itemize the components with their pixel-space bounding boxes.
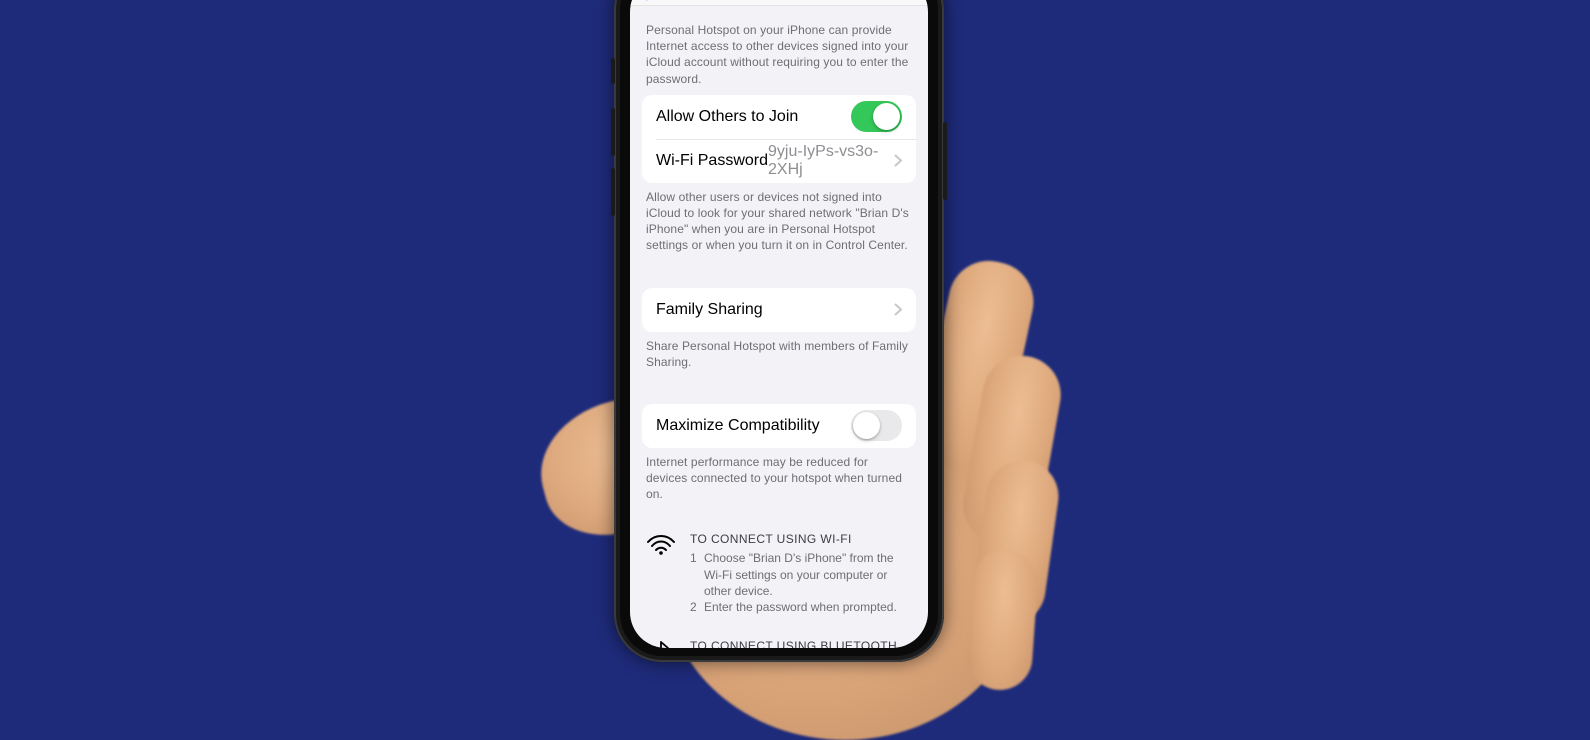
back-button[interactable]: Settings bbox=[638, 0, 715, 1]
allow-others-label: Allow Others to Join bbox=[656, 108, 798, 126]
connect-wifi-section: TO CONNECT USING WI-FI 1Choose "Brian D'… bbox=[630, 524, 928, 619]
max-compat-row[interactable]: Maximize Compatibility bbox=[642, 404, 916, 448]
chevron-right-icon bbox=[894, 154, 902, 167]
connect-bluetooth-title: TO CONNECT USING BLUETOOTH bbox=[690, 639, 912, 648]
back-label: Settings bbox=[654, 0, 715, 1]
intro-footer: Personal Hotspot on your iPhone can prov… bbox=[630, 6, 928, 95]
family-sharing-row[interactable]: Family Sharing bbox=[642, 288, 916, 332]
family-sharing-label: Family Sharing bbox=[656, 301, 763, 319]
wifi-password-value: 9yju-IyPs-vs3o-2XHj bbox=[768, 143, 888, 179]
wifi-icon bbox=[646, 532, 676, 615]
screen: Settings Personal Hotspot Personal Hotsp… bbox=[630, 0, 928, 648]
wifi-password-label: Wi-Fi Password bbox=[656, 152, 768, 170]
max-compat-group: Maximize Compatibility bbox=[642, 404, 916, 448]
max-compat-label: Maximize Compatibility bbox=[656, 417, 820, 435]
max-compat-footer: Internet performance may be reduced for … bbox=[630, 448, 928, 511]
max-compat-toggle[interactable] bbox=[851, 410, 902, 441]
family-sharing-group: Family Sharing bbox=[642, 288, 916, 332]
connect-wifi-title: TO CONNECT USING WI-FI bbox=[690, 532, 912, 546]
allow-others-toggle[interactable] bbox=[851, 101, 902, 132]
wifi-password-row[interactable]: Wi-Fi Password 9yju-IyPs-vs3o-2XHj bbox=[642, 139, 916, 183]
iphone-frame: Settings Personal Hotspot Personal Hotsp… bbox=[614, 0, 944, 662]
family-sharing-footer: Share Personal Hotspot with members of F… bbox=[630, 332, 928, 378]
bluetooth-icon bbox=[646, 639, 676, 648]
chevron-right-icon bbox=[894, 303, 902, 316]
connect-wifi-step: 1Choose "Brian D's iPhone" from the Wi-F… bbox=[690, 550, 912, 599]
allow-others-footer: Allow other users or devices not signed … bbox=[630, 183, 928, 262]
connect-wifi-step: 2Enter the password when prompted. bbox=[690, 599, 912, 615]
chevron-left-icon bbox=[638, 0, 650, 1]
allow-others-row[interactable]: Allow Others to Join bbox=[642, 95, 916, 139]
hotspot-group: Allow Others to Join Wi-Fi Password 9yju… bbox=[642, 95, 916, 183]
navbar: Settings Personal Hotspot bbox=[630, 0, 928, 6]
connect-bluetooth-section: TO CONNECT USING BLUETOOTH 1Pair iPhone … bbox=[630, 631, 928, 648]
